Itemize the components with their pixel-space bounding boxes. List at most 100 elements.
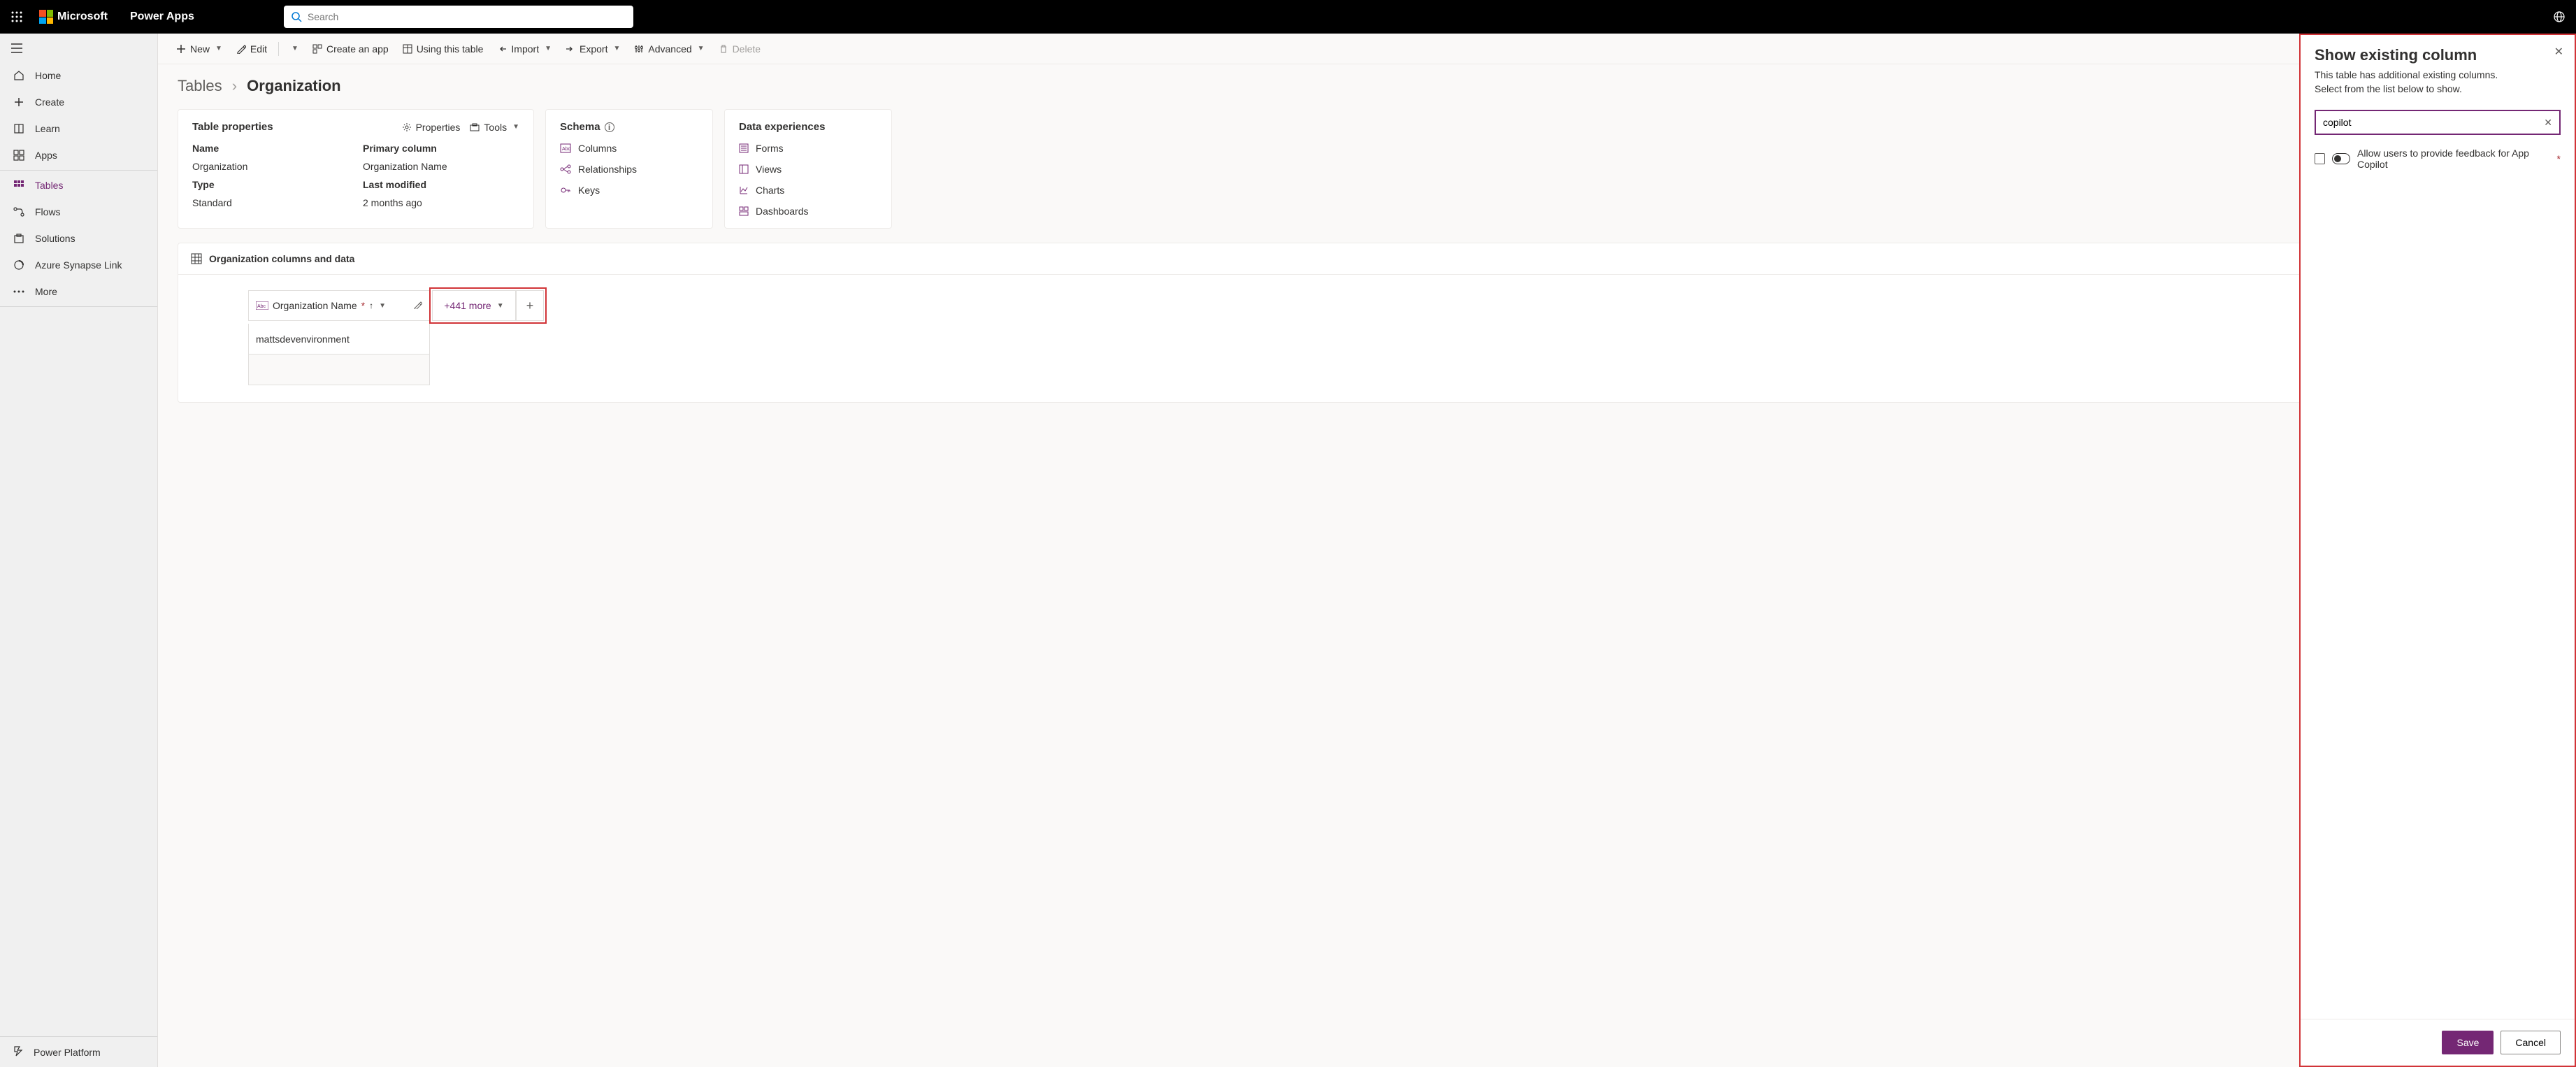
sidebar-item-label: Apps <box>35 150 57 161</box>
forms-link[interactable]: Forms <box>739 143 877 154</box>
column-header-primary[interactable]: Abc Organization Name* ↑ ▼ <box>248 290 430 321</box>
breadcrumb-root[interactable]: Tables <box>178 77 222 94</box>
synapse-icon <box>13 259 25 271</box>
import-icon <box>497 44 507 54</box>
info-icon[interactable]: i <box>605 122 614 132</box>
chevron-down-icon: ▼ <box>698 45 705 52</box>
relationships-link[interactable]: Relationships <box>560 164 698 175</box>
global-header: Microsoft Power Apps <box>0 0 2576 34</box>
book-icon <box>13 123 25 134</box>
apps-icon <box>13 150 25 161</box>
chevron-down-icon: ▼ <box>215 45 222 52</box>
dashboards-link[interactable]: Dashboards <box>739 206 877 217</box>
gear-icon <box>402 122 412 132</box>
sidebar-item-more[interactable]: More <box>0 278 157 305</box>
more-columns-button[interactable]: +441 more ▼ <box>432 290 516 321</box>
edit-icon[interactable] <box>414 300 422 311</box>
using-table-button[interactable]: Using this table <box>397 39 489 59</box>
svg-text:Abc: Abc <box>562 147 571 152</box>
table-icon <box>191 253 202 264</box>
column-icon: Abc <box>560 143 571 153</box>
app-launcher-icon[interactable] <box>6 6 28 28</box>
prop-primary-label: Primary column <box>363 143 519 154</box>
table-row-empty[interactable] <box>248 355 430 385</box>
panel-title: Show existing column <box>2315 46 2561 64</box>
required-star: * <box>2557 153 2561 164</box>
sidebar-item-tables[interactable]: Tables <box>0 172 157 199</box>
divider <box>0 170 157 171</box>
chevron-down-icon: ▼ <box>613 45 620 52</box>
add-column-button[interactable]: + <box>516 290 544 321</box>
create-app-button[interactable]: Create an app <box>307 39 394 59</box>
column-option[interactable]: Allow users to provide feedback for App … <box>2315 148 2561 170</box>
search-icon <box>291 11 302 22</box>
cancel-button[interactable]: Cancel <box>2501 1031 2561 1054</box>
panel-search[interactable]: ✕ <box>2315 110 2561 135</box>
command-bar: New ▼ Edit ▼ Create an app Using this ta… <box>158 34 2576 64</box>
prop-primary-value: Organization Name <box>363 161 519 172</box>
properties-card: Table properties Properties Tools ▼ <box>178 109 534 229</box>
hamburger-icon[interactable] <box>0 36 157 62</box>
search-box[interactable] <box>284 6 633 28</box>
charts-link[interactable]: Charts <box>739 185 877 196</box>
sidebar-item-home[interactable]: Home <box>0 62 157 89</box>
sidebar-item-label: Azure Synapse Link <box>35 259 122 271</box>
sidebar-item-synapse[interactable]: Azure Synapse Link <box>0 252 157 278</box>
breadcrumb-current: Organization <box>247 77 340 94</box>
sidebar-footer[interactable]: Power Platform <box>0 1036 157 1067</box>
show-column-panel: ✕ Show existing column This table has ad… <box>2299 34 2576 1067</box>
new-button[interactable]: New ▼ <box>171 39 228 59</box>
relationship-icon <box>560 164 571 174</box>
sidebar-item-solutions[interactable]: Solutions <box>0 225 157 252</box>
power-platform-icon <box>13 1045 24 1059</box>
flow-icon <box>13 206 25 217</box>
clear-icon[interactable]: ✕ <box>2544 117 2552 129</box>
search-input[interactable] <box>308 11 626 22</box>
close-button[interactable]: ✕ <box>2554 45 2563 59</box>
columns-link[interactable]: Abc Columns <box>560 143 698 154</box>
breadcrumb-separator: › <box>232 77 237 94</box>
save-button[interactable]: Save <box>2442 1031 2494 1054</box>
table-row[interactable]: mattsdevenvironment <box>248 324 430 355</box>
sidebar-item-learn[interactable]: Learn <box>0 115 157 142</box>
grid-icon <box>13 180 25 191</box>
text-field-icon: Abc <box>256 301 268 310</box>
properties-link[interactable]: Properties <box>402 122 461 133</box>
edit-dropdown[interactable]: ▼ <box>285 41 304 57</box>
prop-type-label: Type <box>192 179 349 190</box>
edit-icon <box>236 44 246 54</box>
microsoft-logo: Microsoft <box>39 10 108 24</box>
checkbox[interactable] <box>2315 153 2325 164</box>
plus-icon <box>13 96 25 108</box>
plus-icon <box>176 44 186 54</box>
card-title: Data experiences <box>739 121 825 133</box>
panel-search-input[interactable] <box>2323 117 2544 128</box>
card-title: Table properties <box>192 121 273 133</box>
column-option-label: Allow users to provide feedback for App … <box>2357 148 2547 170</box>
sidebar: Home Create Learn Apps Tables Flows Solu… <box>0 34 158 1067</box>
chevron-down-icon: ▼ <box>292 45 298 52</box>
export-icon <box>566 44 575 54</box>
sidebar-item-create[interactable]: Create <box>0 89 157 115</box>
prop-type-value: Standard <box>192 197 349 208</box>
delete-button[interactable]: Delete <box>713 39 766 59</box>
settings-icon <box>634 44 644 54</box>
environment-icon[interactable] <box>2548 6 2570 28</box>
table-icon <box>403 44 412 54</box>
export-button[interactable]: Export ▼ <box>560 39 626 59</box>
edit-button[interactable]: Edit <box>231 39 273 59</box>
sidebar-item-label: Solutions <box>35 233 75 244</box>
form-icon <box>739 143 749 153</box>
sidebar-item-flows[interactable]: Flows <box>0 199 157 225</box>
views-link[interactable]: Views <box>739 164 877 175</box>
toolbox-icon <box>470 122 480 132</box>
import-button[interactable]: Import ▼ <box>491 39 557 59</box>
section-title: Organization columns and data <box>209 253 354 264</box>
sidebar-item-apps[interactable]: Apps <box>0 142 157 169</box>
sidebar-footer-label: Power Platform <box>34 1047 101 1058</box>
keys-link[interactable]: Keys <box>560 185 698 196</box>
advanced-button[interactable]: Advanced ▼ <box>628 39 710 59</box>
sort-asc-icon: ↑ <box>369 301 373 310</box>
tools-link[interactable]: Tools ▼ <box>470 122 519 133</box>
brand-text: Microsoft <box>57 10 108 23</box>
